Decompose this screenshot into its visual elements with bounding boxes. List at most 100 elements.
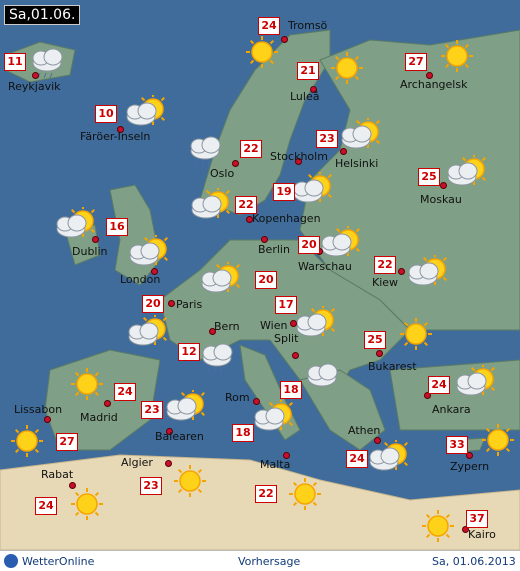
city-marker-oslo[interactable] [232, 160, 239, 167]
city-marker-bukarest[interactable] [376, 350, 383, 357]
city-label-stockholm[interactable]: Stockholm [270, 150, 328, 163]
city-label-moskau[interactable]: Moskau [420, 193, 462, 206]
temp-badge-oslo: 22 [240, 140, 262, 158]
city-marker-wien[interactable] [290, 320, 297, 327]
date-label: Sa,01.06. [4, 5, 81, 25]
sun-icon [435, 40, 475, 74]
city-label-balearen[interactable]: Balearen [155, 430, 204, 443]
temp-badge-kopenhagen: 22 [235, 196, 257, 214]
temp-badge-f-r-er-inseln: 10 [95, 105, 117, 123]
temp-badge-helsinki: 23 [316, 130, 338, 148]
city-label-oslo[interactable]: Oslo [210, 167, 234, 180]
city-label-malta[interactable]: Malta [260, 458, 290, 471]
city-label-madrid[interactable]: Madrid [80, 411, 118, 424]
city-label-dublin[interactable]: Dublin [72, 245, 108, 258]
city-marker-rom[interactable] [253, 398, 260, 405]
city-marker-troms-[interactable] [281, 36, 288, 43]
footer-bar: WetterOnline Vorhersage Sa, 01.06.2013 [0, 550, 520, 571]
city-label-helsinki[interactable]: Helsinki [335, 157, 378, 170]
city-label-paris[interactable]: Paris [176, 298, 202, 311]
city-label-lissabon[interactable]: Lissabon [14, 403, 62, 416]
city-marker-reykjavik[interactable] [32, 72, 39, 79]
footer-date: Sa, 01.06.2013 [432, 555, 516, 568]
cloud-icon [302, 358, 342, 392]
city-label-lule-[interactable]: Luleå [290, 90, 319, 103]
partly-cloudy-icon [455, 363, 499, 399]
city-marker-algier[interactable] [165, 460, 172, 467]
partly-cloudy-icon [292, 170, 336, 206]
city-label-archangelsk[interactable]: Archangelsk [400, 78, 467, 91]
city-label-rabat[interactable]: Rabat [41, 468, 73, 481]
city-marker-madrid[interactable] [104, 400, 111, 407]
temp-badge-wien: 17 [275, 296, 297, 314]
temp-badge-algier: 23 [140, 477, 162, 495]
partly-cloudy-icon [320, 224, 364, 260]
city-marker-paris[interactable] [168, 300, 175, 307]
brand-link[interactable]: WetterOnline [22, 555, 94, 568]
temp-badge-ankara: 24 [428, 376, 450, 394]
city-label-ankara[interactable]: Ankara [432, 403, 471, 416]
partly-cloudy-icon [190, 186, 234, 222]
temp-badge-berlin: 20 [255, 271, 277, 289]
city-label-kopenhagen[interactable]: Kopenhagen [252, 212, 321, 225]
city-marker-rabat[interactable] [69, 482, 76, 489]
wetteronline-logo-icon [4, 554, 18, 568]
partly-cloudy-icon [407, 253, 451, 289]
sun-icon [5, 425, 45, 459]
temp-badge-split: 18 [280, 381, 302, 399]
city-label-london[interactable]: London [120, 273, 160, 286]
temp-badge-athen: 24 [346, 450, 368, 468]
partly-cloudy-icon [295, 304, 339, 340]
city-marker-helsinki[interactable] [340, 148, 347, 155]
sun-icon [240, 36, 280, 70]
city-label-warschau[interactable]: Warschau [298, 260, 352, 273]
city-label-split[interactable]: Split [274, 332, 298, 345]
city-label-athen[interactable]: Athen [348, 424, 380, 437]
sun-icon [65, 488, 105, 522]
city-label-zypern[interactable]: Zypern [450, 460, 489, 473]
sun-icon [65, 368, 105, 402]
temp-badge-paris: 20 [142, 295, 164, 313]
weather-map: Sa,01.06. Tromsö 24 Reykjavik 11 Luleå 21 Arch… [0, 0, 520, 571]
partly-cloudy-icon [446, 153, 490, 189]
city-label-reykjavik[interactable]: Reykjavik [8, 80, 61, 93]
partly-cloudy-icon [125, 93, 169, 129]
temp-badge-kairo: 37 [466, 510, 488, 528]
city-marker-berlin[interactable] [261, 236, 268, 243]
sun-icon [416, 510, 456, 544]
temp-badge-moskau: 25 [418, 168, 440, 186]
city-marker-athen[interactable] [374, 437, 381, 444]
temp-badge-balearen: 23 [141, 401, 163, 419]
temp-badge-madrid: 24 [114, 383, 136, 401]
temp-badge-rom: 18 [232, 424, 254, 442]
temp-badge-zypern: 33 [446, 436, 468, 454]
city-label-kairo[interactable]: Kairo [468, 528, 496, 541]
city-marker-moskau[interactable] [440, 182, 447, 189]
city-label-algier[interactable]: Algier [121, 456, 153, 469]
city-label-bukarest[interactable]: Bukarest [368, 360, 417, 373]
city-marker-dublin[interactable] [92, 236, 99, 243]
rain-cloud-icon [200, 340, 240, 374]
city-label-kiew[interactable]: Kiew [372, 276, 398, 289]
sun-icon [325, 52, 365, 86]
rain-cloud-icon [188, 133, 228, 167]
temp-badge-stockholm: 19 [273, 183, 295, 201]
sun-icon [168, 465, 208, 499]
city-label-rom[interactable]: Rom [225, 391, 250, 404]
city-label-wien[interactable]: Wien [260, 319, 287, 332]
city-marker-lissabon[interactable] [44, 416, 51, 423]
partly-cloudy-icon [253, 398, 297, 434]
temp-badge-reykjavik: 11 [4, 53, 26, 71]
city-label-bern[interactable]: Bern [214, 320, 240, 333]
temp-badge-lule-: 21 [297, 62, 319, 80]
sun-icon [476, 424, 516, 458]
city-label-troms-[interactable]: Tromsö [288, 19, 327, 32]
city-label-berlin[interactable]: Berlin [258, 243, 290, 256]
temp-badge-archangelsk: 27 [405, 53, 427, 71]
city-label-f-r-er-inseln[interactable]: Färöer-Inseln [80, 130, 150, 143]
temp-badge-kiew: 22 [374, 256, 396, 274]
city-marker-split[interactable] [292, 352, 299, 359]
city-marker-kiew[interactable] [398, 268, 405, 275]
sun-icon [283, 478, 323, 512]
temp-badge-warschau: 20 [298, 236, 320, 254]
